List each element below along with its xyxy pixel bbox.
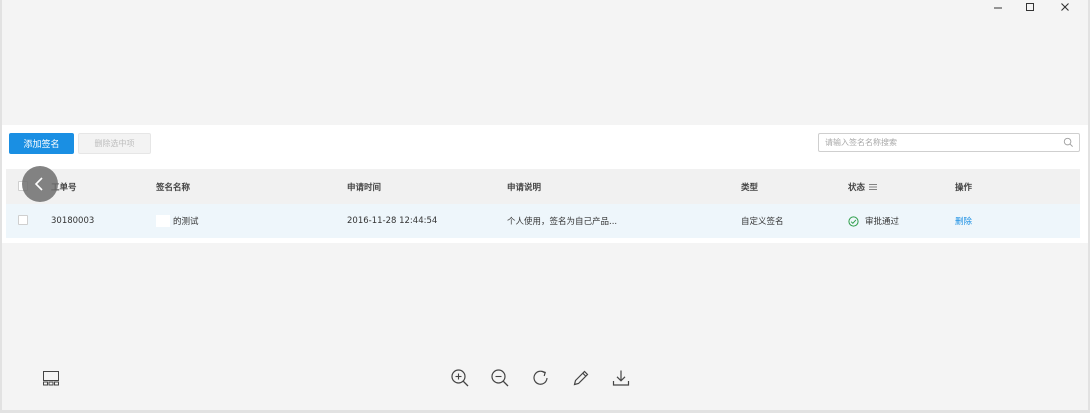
row-checkbox[interactable] — [18, 215, 28, 225]
row-description: 个人使用，签名为自己产品... — [507, 217, 618, 227]
thumbnail-button[interactable] — [40, 367, 62, 389]
rotate-button[interactable] — [530, 367, 552, 389]
zoom-in-icon — [451, 369, 469, 387]
minimize-icon — [994, 7, 1002, 9]
minimize-button[interactable] — [983, 0, 1013, 14]
search-input[interactable] — [819, 134, 1059, 151]
header-description: 申请说明 — [507, 182, 542, 193]
thumbnail-icon — [43, 371, 59, 386]
download-icon — [612, 370, 630, 386]
row-apply-time: 2016-11-28 12:44:54 — [347, 216, 438, 226]
check-circle-icon — [848, 215, 859, 227]
header-name: 签名名称 — [156, 182, 191, 193]
zoom-out-icon — [491, 369, 509, 387]
row-name-cell: 的测试 — [156, 204, 199, 238]
row-status-cell: 审批通过 — [848, 204, 899, 238]
chevron-left-icon — [34, 177, 43, 191]
row-delete-link[interactable]: 删除 — [955, 204, 972, 238]
header-status: 状态 — [848, 182, 866, 193]
download-button[interactable] — [610, 367, 632, 389]
header-status-group: 状态 — [848, 169, 878, 204]
row-name: 的测试 — [173, 217, 199, 227]
zoom-out-button[interactable] — [489, 367, 511, 389]
edit-icon — [573, 370, 589, 386]
add-signature-button[interactable]: 添加签名 — [9, 133, 74, 154]
previous-button[interactable] — [22, 166, 58, 202]
rotate-icon — [533, 370, 548, 385]
close-icon — [1061, 3, 1069, 11]
table-header: 工单号 签名名称 申请时间 申请说明 类型 状态 操作 — [6, 169, 1080, 204]
close-button[interactable] — [1050, 0, 1080, 14]
maximize-icon — [1026, 3, 1034, 11]
header-apply-time: 申请时间 — [347, 182, 382, 193]
search-box — [818, 133, 1080, 152]
redacted-name-block — [156, 215, 170, 227]
row-status: 审批通过 — [865, 217, 900, 227]
row-type: 自定义签名 — [741, 217, 784, 227]
search-icon[interactable] — [1063, 137, 1074, 148]
filter-icon[interactable] — [869, 183, 878, 191]
delete-selected-button[interactable]: 删除选中项 — [78, 133, 151, 154]
zoom-in-button[interactable] — [449, 367, 471, 389]
edit-button[interactable] — [570, 367, 592, 389]
header-type: 类型 — [741, 182, 759, 193]
row-ticket-no: 30180003 — [51, 216, 95, 226]
header-actions: 操作 — [955, 182, 973, 193]
table-row[interactable]: 30180003 的测试 2016-11-28 12:44:54 个人使用，签名… — [6, 204, 1080, 238]
maximize-button[interactable] — [1015, 0, 1045, 14]
